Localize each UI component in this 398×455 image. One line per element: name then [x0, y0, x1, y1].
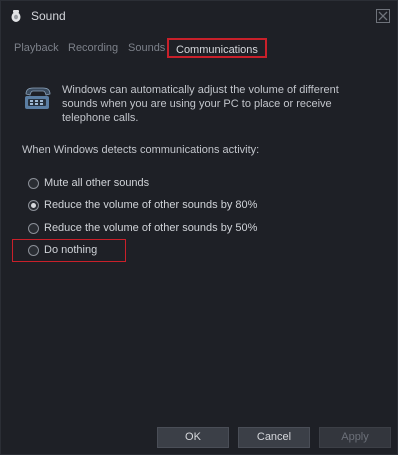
tab-strip: Playback Recording Sounds Communications — [1, 38, 397, 62]
radio-button[interactable] — [28, 222, 39, 234]
option-reduce-80[interactable]: Reduce the volume of other sounds by 80% — [28, 197, 257, 213]
tab-playback[interactable]: Playback — [14, 42, 59, 54]
title-bar: Sound — [1, 1, 397, 31]
option-do-nothing[interactable]: Do nothing — [28, 242, 97, 258]
ok-button[interactable]: OK — [157, 427, 229, 448]
window-title: Sound — [31, 9, 66, 23]
option-label: Reduce the volume of other sounds by 80% — [44, 199, 258, 211]
close-icon[interactable] — [376, 9, 390, 23]
radio-button[interactable] — [28, 199, 39, 211]
option-label: Reduce the volume of other sounds by 50% — [44, 222, 258, 234]
section-label: When Windows detects communications acti… — [22, 144, 260, 156]
sound-dialog: Sound Playback Recording Sounds Communic… — [0, 0, 398, 455]
option-label: Do nothing — [44, 244, 98, 256]
cancel-button[interactable]: Cancel — [238, 427, 310, 448]
tab-communications[interactable]: Communications — [167, 38, 267, 58]
communications-panel: Windows can automatically adjust the vol… — [1, 63, 397, 454]
description-line: sounds when you are using your PC to pla… — [62, 98, 332, 110]
description-line: Windows can automatically adjust the vol… — [62, 84, 339, 96]
description-text: Windows can automatically adjust the vol… — [62, 83, 382, 125]
radio-button[interactable] — [28, 177, 39, 189]
radio-button[interactable] — [28, 244, 39, 256]
option-reduce-50[interactable]: Reduce the volume of other sounds by 50% — [28, 220, 257, 236]
apply-button[interactable]: Apply — [319, 427, 391, 448]
description-line: telephone calls. — [62, 112, 139, 124]
option-label: Mute all other sounds — [44, 177, 150, 189]
tab-sounds[interactable]: Sounds — [128, 42, 165, 54]
telephone-icon — [25, 87, 51, 109]
option-mute-all[interactable]: Mute all other sounds — [28, 175, 149, 191]
speaker-icon — [11, 10, 21, 22]
tab-recording[interactable]: Recording — [68, 42, 118, 54]
